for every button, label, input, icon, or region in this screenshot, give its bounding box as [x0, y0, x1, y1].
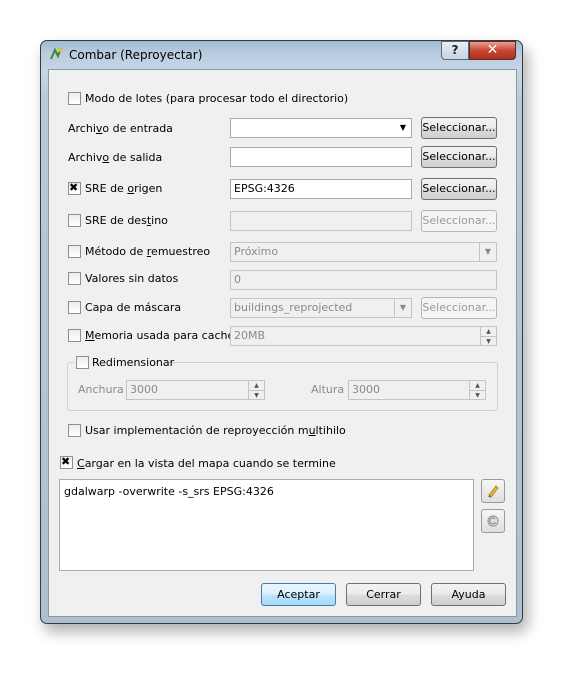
dropdown-arrow-icon[interactable]: ▼	[395, 119, 411, 137]
source-srs-label: SRE de origen	[85, 182, 163, 195]
accept-button[interactable]: Aceptar	[261, 583, 336, 606]
source-srs-checkbox[interactable]	[68, 181, 81, 195]
resampling-checkbox[interactable]	[68, 245, 81, 258]
edit-command-button[interactable]	[481, 479, 505, 503]
output-file-select-button[interactable]: Seleccionar...	[421, 146, 497, 168]
close-button[interactable]: Cerrar	[346, 583, 421, 606]
target-srs-label: SRE de destino	[85, 214, 168, 227]
width-label: Anchura	[78, 383, 124, 396]
spin-arrows-icon[interactable]: ▲ ▼	[248, 381, 264, 399]
output-file-input[interactable]	[230, 147, 412, 167]
resize-checkbox[interactable]	[76, 356, 89, 369]
cache-spinbox[interactable]: 20MB ▲ ▼	[230, 326, 497, 346]
help-title-button[interactable]: ?	[441, 41, 469, 60]
batch-mode-checkbox[interactable]	[68, 92, 81, 105]
window-title: Combar (Reproyectar)	[69, 48, 203, 62]
target-srs-input[interactable]	[230, 211, 412, 231]
load-in-canvas-label: Cargar en la vista del mapa cuando se te…	[77, 457, 336, 470]
multithread-label: Usar implementación de reproyección mult…	[85, 424, 346, 437]
help-button[interactable]: Ayuda	[431, 583, 506, 606]
input-file-combo[interactable]	[230, 118, 412, 138]
reset-command-button[interactable]	[481, 509, 505, 533]
input-file-select-button[interactable]: Seleccionar...	[421, 117, 497, 139]
cache-checkbox[interactable]	[68, 329, 81, 342]
mask-layer-checkbox[interactable]	[68, 301, 81, 314]
height-label: Altura	[311, 383, 345, 396]
resampling-label: Método de remuestreo	[85, 245, 211, 258]
mask-layer-label: Capa de máscara	[85, 301, 182, 314]
pencil-icon	[488, 485, 499, 498]
height-spinbox[interactable]: 3000 ▲ ▼	[348, 380, 486, 400]
load-in-canvas-checkbox[interactable]	[60, 455, 73, 469]
target-srs-select-button[interactable]: Seleccionar...	[421, 210, 497, 232]
command-textarea[interactable]: gdalwarp -overwrite -s_srs EPSG:4326	[59, 479, 474, 571]
nodata-checkbox[interactable]	[68, 272, 81, 285]
width-spinbox[interactable]: 3000 ▲ ▼	[126, 380, 265, 400]
spin-arrows-icon[interactable]: ▲ ▼	[469, 381, 485, 399]
dropdown-arrow-icon: ▼	[479, 243, 496, 261]
resampling-combo[interactable]: Próximo ▼	[230, 242, 497, 262]
qgis-app-icon	[50, 47, 62, 60]
input-file-label: Archivo de entrada	[68, 122, 173, 135]
nodata-label: Valores sin datos	[85, 272, 179, 285]
output-file-label: Archivo de salida	[68, 151, 163, 164]
target-srs-checkbox[interactable]	[68, 214, 81, 227]
mask-layer-combo[interactable]: buildings_reprojected ▼	[230, 298, 412, 318]
source-srs-input[interactable]: EPSG:4326	[230, 179, 412, 199]
batch-mode-label: Modo de lotes (para procesar todo el dir…	[85, 92, 349, 105]
mask-layer-select-button[interactable]: Seleccionar...	[421, 297, 497, 319]
dropdown-arrow-icon: ▼	[394, 299, 411, 317]
spin-arrows-icon[interactable]: ▲ ▼	[480, 327, 496, 345]
resize-label: Redimensionar	[92, 356, 175, 369]
nodata-input[interactable]: 0	[230, 270, 497, 290]
reset-icon	[487, 515, 499, 527]
source-srs-select-button[interactable]: Seleccionar...	[421, 178, 497, 200]
close-title-button[interactable]: ✕	[469, 41, 516, 60]
multithread-checkbox[interactable]	[68, 424, 81, 437]
cache-label: Memoria usada para caché	[85, 329, 235, 342]
